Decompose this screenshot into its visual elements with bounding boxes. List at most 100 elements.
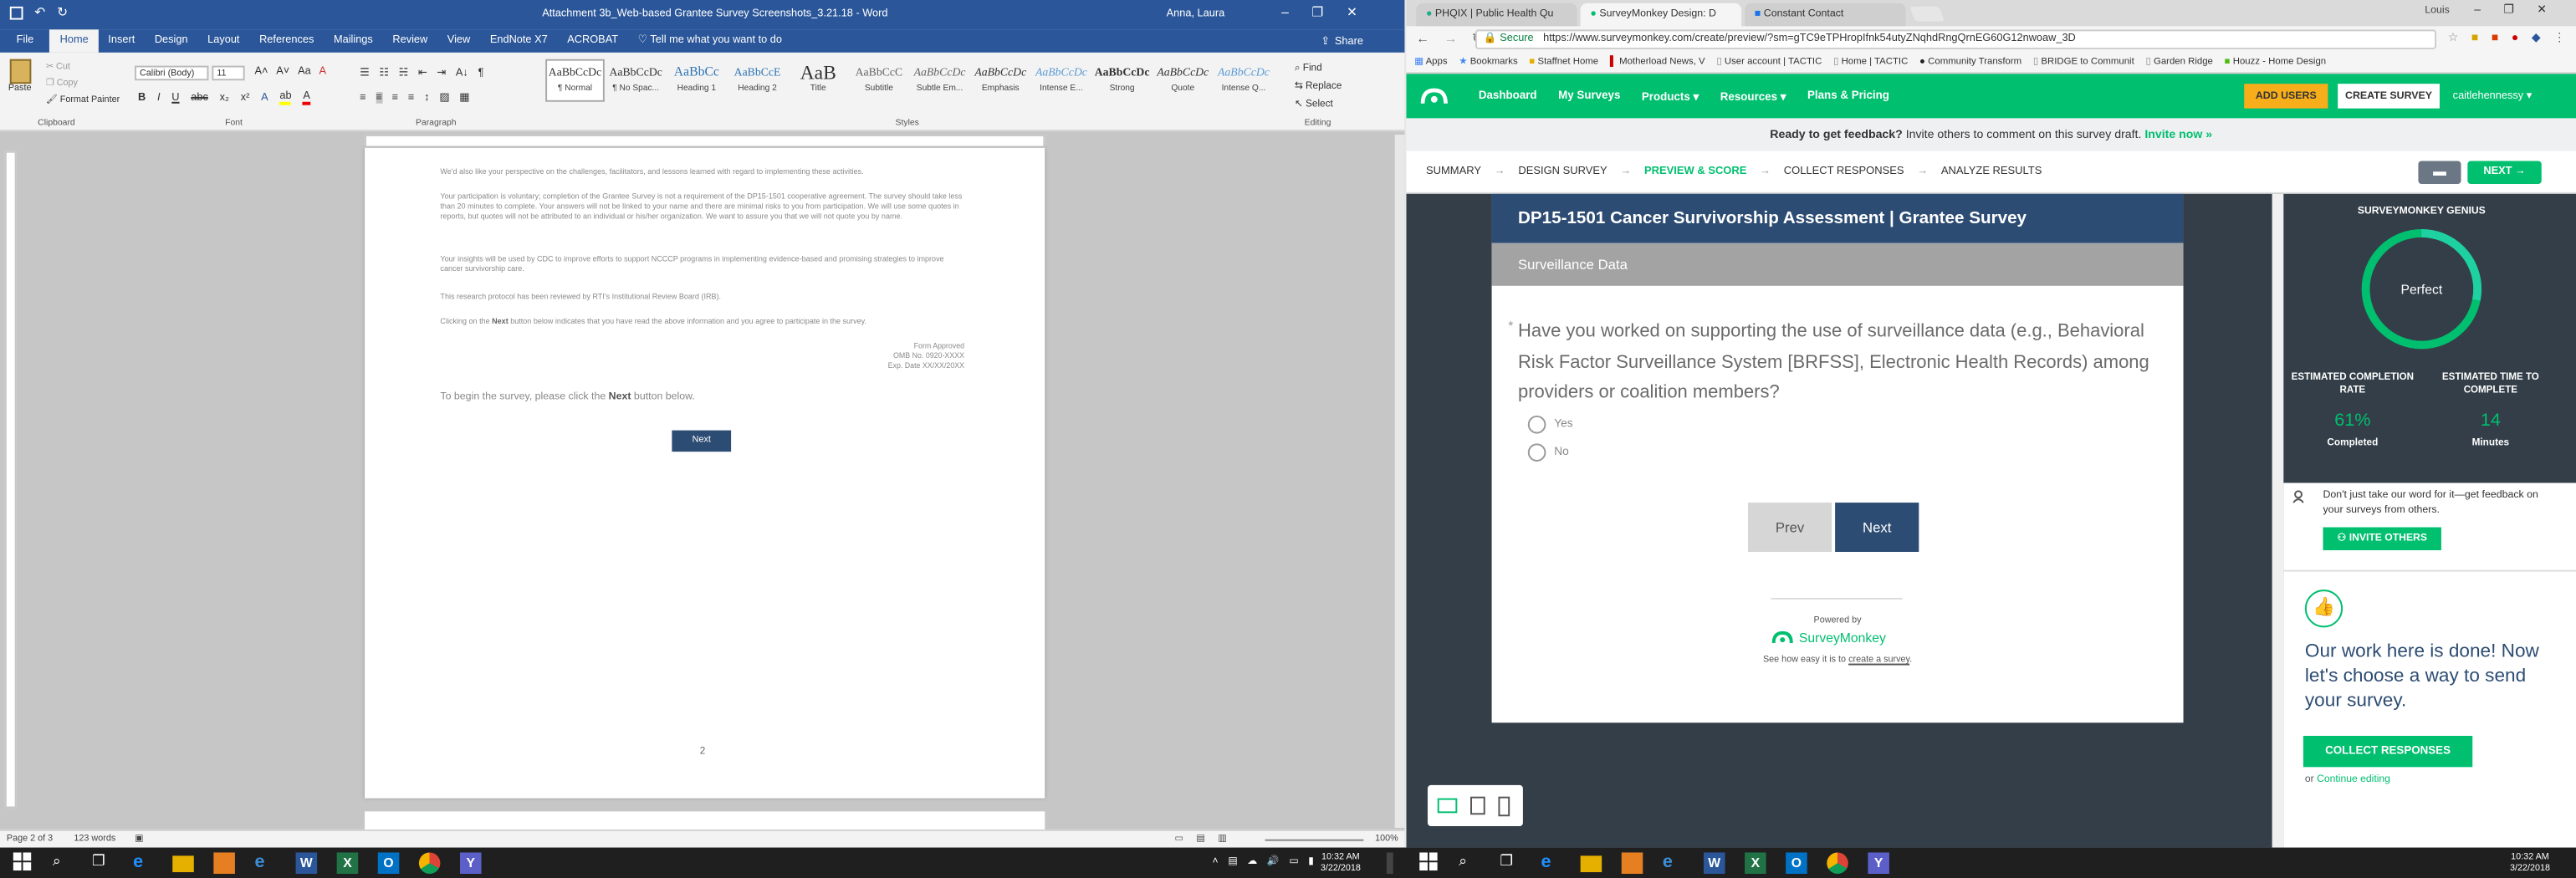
word-icon[interactable]: W (295, 852, 318, 874)
tab-file[interactable]: File (0, 29, 50, 53)
chrome-icon[interactable] (418, 852, 441, 874)
print-layout-icon[interactable]: ▤ (1196, 835, 1204, 845)
bookmark-item[interactable]: ■ Houzz - Home Design (2225, 58, 2326, 68)
style-heading-1[interactable]: AaBbCc Heading 1 (667, 59, 727, 102)
taskbar-clock[interactable]: 10:32 AM 3/22/2018 (2497, 852, 2563, 874)
shading-icon[interactable]: ▨ (439, 90, 449, 104)
save-icon[interactable] (9, 5, 23, 19)
browser-tab-active[interactable]: ● SurveyMonkey Design: D (1580, 3, 1742, 27)
step-summary[interactable]: SUMMARY (1426, 166, 1481, 177)
chrome-icon[interactable] (1827, 852, 1848, 874)
yammer-icon[interactable]: Y (460, 852, 482, 874)
show-marks-icon[interactable]: ¶ (478, 67, 484, 79)
tab-layout[interactable]: Layout (197, 29, 249, 53)
ie-icon[interactable]: e (1663, 852, 1684, 874)
format-painter-button[interactable]: 🖌 Format Painter (46, 92, 120, 109)
windows-start-icon[interactable] (1419, 852, 1441, 874)
step-analyze-results[interactable]: ANALYZE RESULTS (1941, 166, 2042, 177)
store-icon[interactable] (1621, 852, 1643, 874)
nav-my-surveys[interactable]: My Surveys (1558, 90, 1620, 102)
style-title[interactable]: AaB Title (789, 59, 848, 102)
step-preview-score[interactable]: PREVIEW & SCORE (1644, 166, 1746, 177)
superscript-icon[interactable]: x² (241, 92, 250, 104)
excel-icon[interactable]: X (336, 852, 359, 874)
file-explorer-icon[interactable] (172, 855, 194, 873)
find-button[interactable]: ⌕ Find (1295, 61, 1342, 79)
profile-name[interactable]: Louis (2425, 5, 2450, 17)
share-button[interactable]: Share (1335, 35, 1363, 47)
italic-icon[interactable]: I (157, 92, 161, 104)
sort-icon[interactable]: A↓ (456, 67, 468, 79)
minimize-icon[interactable]: – (1281, 5, 1289, 20)
invite-now-link[interactable]: Invite now » (2144, 126, 2212, 141)
tab-review[interactable]: Review (383, 29, 437, 53)
show-desktop-button[interactable] (1386, 852, 1393, 874)
bookmark-item[interactable]: ▯ User account | TACTIC (1716, 58, 1822, 68)
text-effects-icon[interactable]: A (261, 92, 268, 104)
forward-icon[interactable]: → (1444, 31, 1458, 46)
option-yes-label[interactable]: Yes (1554, 419, 1572, 431)
comments-button[interactable]: ▬ (2418, 161, 2461, 184)
new-tab-button[interactable] (1909, 6, 1945, 22)
word-icon[interactable]: W (1703, 852, 1725, 874)
bookmark-item[interactable]: ▯ Home | TACTIC (1833, 58, 1908, 68)
tab-insert[interactable]: Insert (99, 29, 146, 53)
bookmark-item[interactable]: ▯ Garden Ridge (2146, 58, 2213, 68)
add-users-button[interactable]: ADD USERS (2244, 84, 2328, 109)
tab-mailings[interactable]: Mailings (324, 29, 382, 53)
style-no-spacing[interactable]: AaBbCcDc ¶ No Spac... (606, 59, 666, 102)
multilevel-list-icon[interactable]: ☵ (399, 66, 408, 79)
style-subtitle[interactable]: AaBbCcC Subtitle (850, 59, 909, 102)
nav-plans-pricing[interactable]: Plans & Pricing (1807, 90, 1889, 102)
clear-format-icon[interactable]: A (319, 66, 327, 78)
tab-acrobat[interactable]: ACROBAT (558, 29, 628, 53)
chevron-up-icon[interactable]: ˄ (1213, 856, 1219, 866)
next-step-button[interactable]: NEXT → (2467, 161, 2542, 184)
extension-shield-icon[interactable]: ◆ (2532, 31, 2541, 44)
edge-icon[interactable]: e (1541, 852, 1563, 874)
tab-view[interactable]: View (437, 29, 480, 53)
bookmark-item[interactable]: ▌ Motherload News, V (1610, 58, 1705, 68)
style-emphasis[interactable]: AaBbCcDc Emphasis (971, 59, 1030, 102)
edge-icon[interactable]: e (133, 852, 155, 874)
style-quote[interactable]: AaBbCcDc Quote (1153, 59, 1213, 102)
search-icon[interactable]: ⌕ (53, 852, 74, 874)
network-icon[interactable]: ▤ (1228, 855, 1237, 867)
radio-yes[interactable] (1527, 415, 1546, 434)
create-survey-button[interactable]: CREATE SURVEY (2338, 84, 2440, 109)
copy-button[interactable]: ❐ Copy (46, 75, 120, 92)
paste-button[interactable]: Paste (8, 59, 31, 94)
highlight-icon[interactable]: ab (279, 90, 292, 105)
numbering-icon[interactable]: ☷ (379, 66, 388, 79)
keyboard-icon[interactable]: ▭ (1289, 855, 1298, 867)
yammer-icon[interactable]: Y (1868, 852, 1889, 874)
change-case-icon[interactable]: Aa (298, 66, 311, 78)
align-left-icon[interactable]: ≡ (360, 91, 365, 103)
tab-references[interactable]: References (249, 29, 324, 53)
tell-me-box[interactable]: ♡ Tell me what you want to do (628, 29, 792, 53)
vertical-ruler[interactable] (4, 151, 17, 809)
browser-tab[interactable]: ■ Constant Contact (1745, 3, 1906, 27)
style-subtle-emphasis[interactable]: AaBbCcDc Subtle Em... (910, 59, 969, 102)
option-no-label[interactable]: No (1554, 447, 1569, 458)
outlook-icon[interactable]: O (377, 852, 400, 874)
mobile-icon[interactable] (1498, 795, 1510, 816)
font-color-icon[interactable]: A (303, 90, 310, 105)
address-bar[interactable]: 🔒 Secure https://www.surveymonkey.com/cr… (1475, 29, 2437, 49)
apps-bookmark[interactable]: ▦ Apps (1414, 58, 1447, 68)
invite-others-button[interactable]: ⚇ INVITE OTHERS (2323, 527, 2441, 551)
replace-button[interactable]: ⇆ Replace (1295, 79, 1342, 97)
back-icon[interactable]: ← (1416, 31, 1429, 46)
maximize-icon[interactable]: ❐ (1311, 5, 1323, 20)
tab-endnote[interactable]: EndNote X7 (480, 29, 557, 53)
file-explorer-icon[interactable] (1580, 855, 1602, 873)
proofing-icon[interactable]: ▣ (135, 835, 143, 845)
style-strong[interactable]: AaBbCcDc Strong (1092, 59, 1152, 102)
decrease-indent-icon[interactable]: ⇤ (418, 66, 427, 79)
align-center-icon[interactable]: ≡ (376, 91, 382, 103)
line-spacing-icon[interactable]: ↕ (424, 91, 429, 103)
bookmark-item[interactable]: ★ Bookmarks (1459, 58, 1517, 68)
next-button[interactable]: Next (1835, 503, 1919, 552)
store-icon[interactable] (213, 852, 235, 874)
document-page[interactable]: We'd also like your perspective on the c… (365, 147, 1045, 799)
